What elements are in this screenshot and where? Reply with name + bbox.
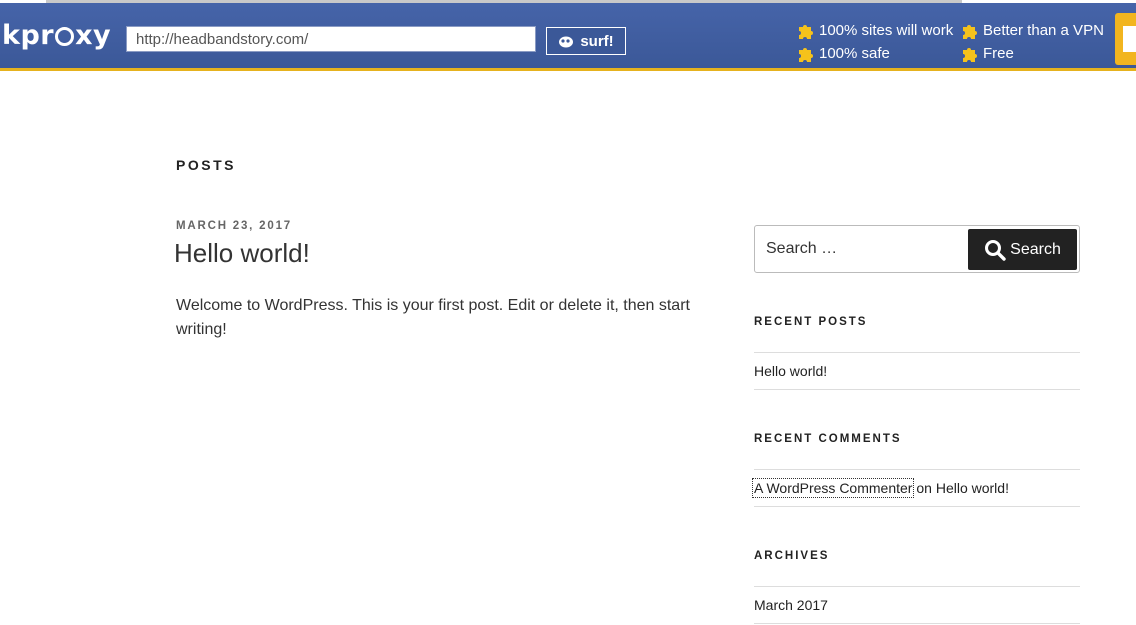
list-item: March 2017 — [754, 587, 1080, 623]
post-excerpt: Welcome to WordPress. This is your first… — [176, 297, 690, 338]
surf-bird-icon — [559, 36, 574, 48]
search-button[interactable]: Search — [968, 229, 1077, 270]
search-input[interactable] — [766, 238, 956, 260]
archives-list: March 2017 — [754, 586, 1080, 624]
comment-post-link[interactable]: Hello world! — [936, 480, 1009, 496]
puzzle-icon — [963, 24, 977, 39]
feature-item: Free — [960, 42, 1104, 65]
puzzle-icon — [799, 24, 813, 39]
archives-heading: ARCHIVES — [754, 550, 830, 562]
features-column-1: 100% sites will work 100% safe — [796, 19, 953, 65]
kproxy-logo[interactable]: kpr xy — [2, 20, 111, 51]
features-column-2: Better than a VPN Free — [960, 19, 1104, 65]
feature-item: 100% safe — [796, 42, 953, 65]
list-item: A WordPress Commenter on Hello world! — [751, 470, 1080, 506]
search-icon — [985, 239, 1006, 261]
comment-author-link[interactable]: A WordPress Commenter — [751, 478, 915, 498]
recent-posts-list: Hello world! — [754, 352, 1080, 390]
feature-item: Better than a VPN — [960, 19, 1104, 42]
recent-posts-heading: RECENT POSTS — [754, 316, 868, 328]
recent-post-link[interactable]: Hello world! — [754, 363, 827, 379]
puzzle-icon — [799, 47, 813, 62]
list-item: Hello world! — [754, 353, 1080, 389]
logo-o-icon — [55, 27, 75, 46]
puzzle-icon — [963, 47, 977, 62]
archive-link[interactable]: March 2017 — [754, 597, 828, 613]
recent-comments-list: A WordPress Commenter on Hello world! — [751, 469, 1080, 507]
search-form: Search — [754, 225, 1080, 273]
comment-connector: on — [912, 480, 936, 496]
ad-tab[interactable] — [1115, 13, 1136, 65]
post-date-link[interactable]: MARCH 23, 2017 — [176, 220, 292, 232]
recent-comments-heading: RECENT COMMENTS — [754, 433, 902, 445]
post-title-link[interactable]: Hello world! — [174, 238, 310, 269]
proxy-url-input[interactable] — [126, 26, 536, 52]
surf-button[interactable]: surf! — [546, 27, 626, 55]
search-button-label: Search — [1010, 240, 1061, 258]
surf-button-label: surf! — [580, 32, 614, 50]
page-title: POSTS — [176, 157, 236, 173]
feature-item: 100% sites will work — [796, 19, 953, 42]
proxy-toolbar: kprxy surf! 100% sites will work 100% sa… — [0, 3, 1136, 71]
ad-tab-image-icon — [1123, 26, 1136, 52]
